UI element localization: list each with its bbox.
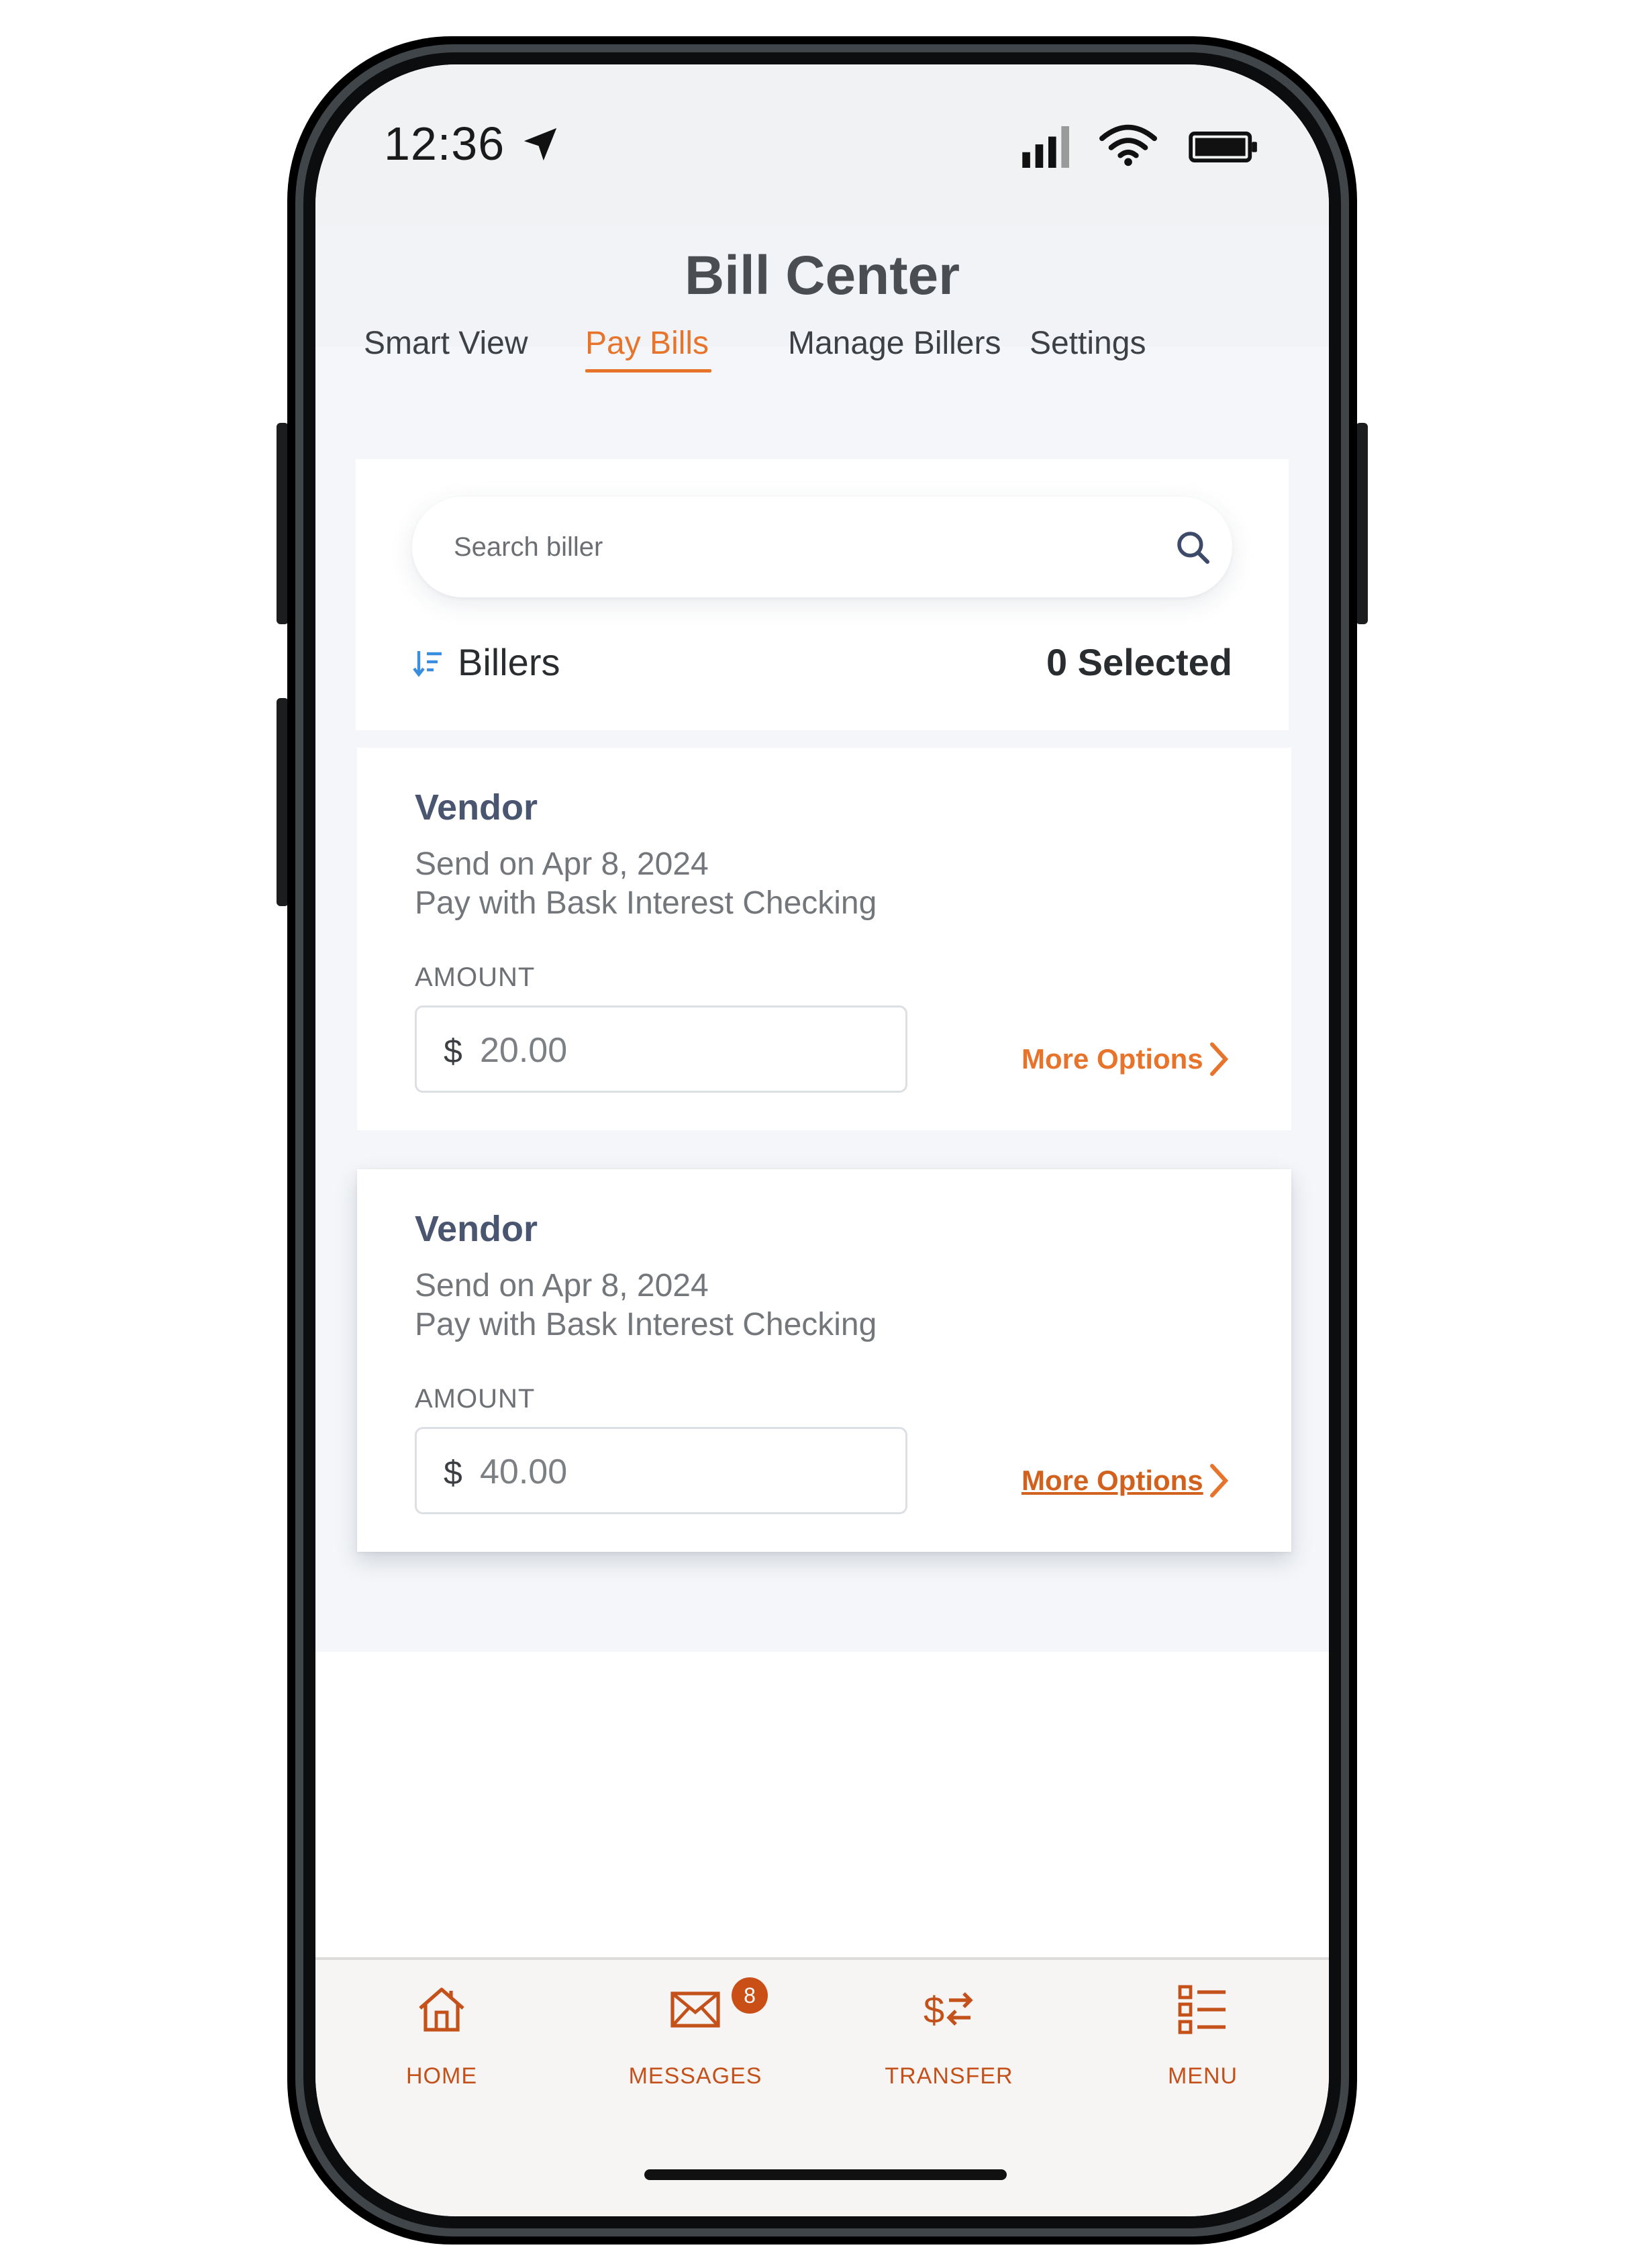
location-arrow-icon [524, 128, 557, 161]
amount-value[interactable]: 40.00 [480, 1452, 567, 1492]
pay-from-account: Pay with Bask Interest Checking [415, 885, 877, 921]
phone-screen: 12:36 Bill Center Smart View Pay Bills M… [315, 64, 1329, 2216]
menu-list-icon [1178, 1985, 1226, 2034]
transfer-icon: $ [924, 1989, 973, 2031]
selected-count: 0 Selected [1046, 641, 1232, 683]
currency-symbol: $ [444, 1032, 462, 1070]
svg-text:$: $ [924, 1989, 944, 2031]
more-options-link[interactable]: More Options [1022, 1465, 1203, 1497]
nav-item-transfer[interactable]: $ TRANSFER [862, 1983, 1036, 2104]
nav-label-messages: MESSAGES [628, 2063, 762, 2089]
amount-label: AMOUNT [415, 963, 536, 992]
nav-item-messages[interactable]: 8 MESSAGES [608, 1977, 783, 2104]
chevron-right-icon[interactable] [1207, 1462, 1231, 1499]
chevron-right-icon[interactable] [1207, 1040, 1231, 1078]
nav-label-home: HOME [406, 2063, 477, 2089]
home-indicator[interactable] [644, 2169, 1007, 2180]
nav-label-transfer: TRANSFER [885, 2063, 1013, 2089]
nav-item-home[interactable]: HOME [354, 1983, 529, 2104]
tab-smart-view[interactable]: Smart View [364, 325, 528, 362]
tab-settings[interactable]: Settings [1030, 325, 1146, 362]
battery-icon [1189, 132, 1257, 162]
more-options-link[interactable]: More Options [1022, 1043, 1203, 1075]
messages-badge: 8 [732, 1977, 768, 2014]
cellular-signal-icon [1022, 126, 1069, 168]
biller-card[interactable]: Vendor Send on Apr 8, 2024 Pay with Bask… [357, 1169, 1291, 1552]
wifi-icon [1099, 124, 1157, 166]
biller-card[interactable]: Vendor Send on Apr 8, 2024 Pay with Bask… [357, 748, 1291, 1130]
pay-from-account: Pay with Bask Interest Checking [415, 1307, 877, 1342]
envelope-icon [670, 1991, 720, 2028]
search-box [412, 497, 1232, 597]
nav-item-menu[interactable]: MENU [1115, 1983, 1290, 2104]
amount-label: AMOUNT [415, 1384, 536, 1414]
biller-name: Vendor [415, 1209, 538, 1249]
currency-symbol: $ [444, 1454, 462, 1491]
status-time: 12:36 [384, 117, 505, 170]
billers-label[interactable]: Billers [458, 640, 560, 684]
amount-field[interactable]: $ 20.00 [415, 1005, 907, 1093]
search-input[interactable] [454, 526, 1125, 568]
search-icon[interactable] [1175, 529, 1212, 566]
search-card: Billers 0 Selected [356, 459, 1289, 730]
nav-label-menu: MENU [1167, 2063, 1238, 2089]
sort-icon[interactable] [412, 647, 444, 679]
tab-bar: Smart View Pay Bills Manage Billers Sett… [315, 325, 1329, 379]
amount-field[interactable]: $ 40.00 [415, 1427, 907, 1514]
send-date: Send on Apr 8, 2024 [415, 846, 709, 882]
tab-manage-billers[interactable]: Manage Billers [788, 325, 1001, 362]
phone-power-button [1356, 423, 1368, 624]
home-icon [419, 1987, 464, 2032]
biller-name: Vendor [415, 787, 538, 828]
status-bar: 12:36 [315, 64, 1329, 226]
page-title: Bill Center [684, 245, 960, 306]
active-tab-underline [585, 369, 711, 373]
amount-value[interactable]: 20.00 [480, 1030, 567, 1071]
send-date: Send on Apr 8, 2024 [415, 1268, 709, 1303]
tab-pay-bills[interactable]: Pay Bills [585, 325, 709, 362]
